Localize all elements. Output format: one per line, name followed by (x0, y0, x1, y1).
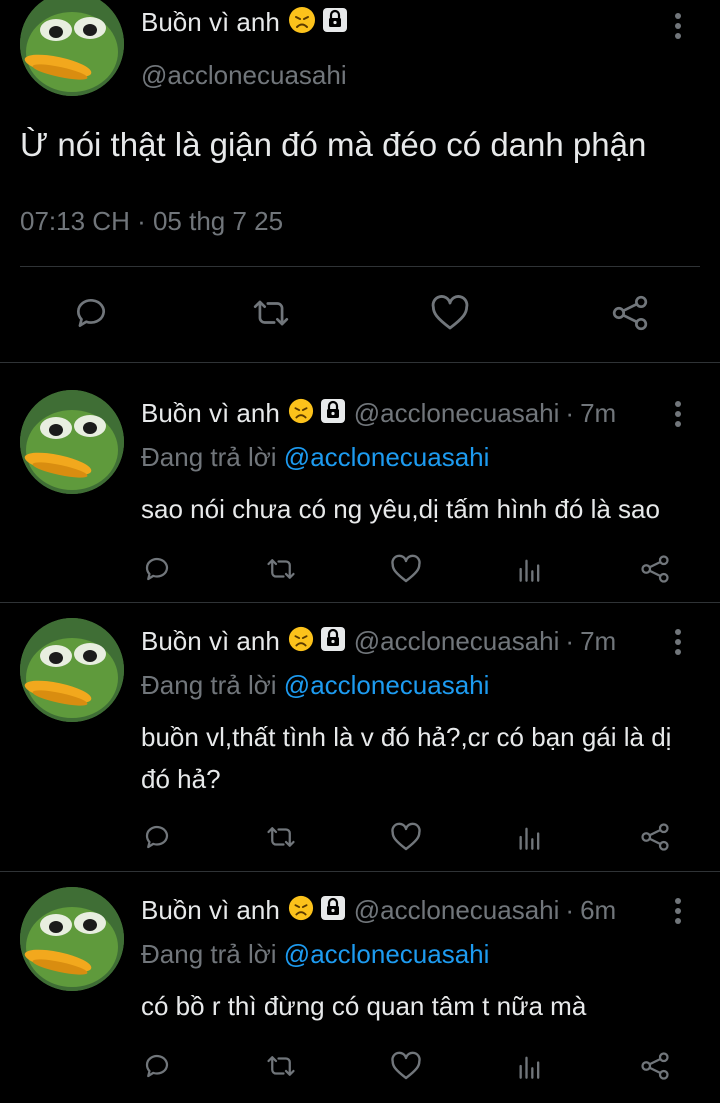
mention-link[interactable]: @acclonecuasahi (284, 442, 490, 472)
author-line: Buồn vì anh @acclonecuasahi · 6m (141, 895, 616, 926)
reply-tweet[interactable]: Buồn vì anh @acclonecuasahi · 6m Đang tr… (0, 871, 720, 1103)
reply-action-bar (0, 1051, 720, 1085)
handle[interactable]: @acclonecuasahi (141, 60, 347, 91)
reply-tweet[interactable]: Buồn vì anh @acclonecuasahi · 7m Đang tr… (0, 602, 720, 870)
retweet-icon[interactable] (264, 554, 298, 589)
replying-prefix: Đang trả lời (141, 442, 277, 472)
retweet-icon[interactable] (250, 294, 292, 337)
more-vertical-icon[interactable] (668, 400, 688, 433)
post-action-bar (0, 294, 720, 334)
replying-to: Đang trả lời @acclonecuasahi (141, 442, 489, 473)
share-icon[interactable] (640, 554, 670, 589)
avatar[interactable] (20, 887, 124, 991)
views-icon[interactable] (516, 1051, 544, 1086)
handle[interactable]: @acclonecuasahi (354, 895, 560, 926)
reply-action-bar (0, 822, 720, 856)
heart-icon[interactable] (430, 294, 470, 337)
replying-to: Đang trả lời @acclonecuasahi (141, 939, 489, 970)
avatar[interactable] (20, 618, 124, 722)
author-line: Buồn vì anh @acclonecuasahi · 7m (141, 398, 616, 429)
replying-prefix: Đang trả lời (141, 939, 277, 969)
reply-text: sao nói chưa có ng yêu,dị tấm hình đó là… (141, 494, 660, 524)
retweet-icon[interactable] (264, 822, 298, 857)
sad-face-emoji-icon (288, 6, 316, 39)
lock-icon (320, 626, 346, 657)
mention-link[interactable]: @acclonecuasahi (284, 939, 490, 969)
display-name[interactable]: Buồn vì anh (141, 7, 280, 38)
heart-icon[interactable] (390, 822, 422, 857)
reply-time[interactable]: 7m (580, 626, 616, 657)
retweet-icon[interactable] (264, 1051, 298, 1086)
sad-face-emoji-icon (288, 626, 314, 657)
reply-icon[interactable] (142, 554, 172, 589)
replying-prefix: Đang trả lời (141, 670, 277, 700)
more-vertical-icon[interactable] (668, 628, 688, 661)
views-icon[interactable] (516, 554, 544, 589)
heart-icon[interactable] (390, 554, 422, 589)
reply-time[interactable]: 6m (580, 895, 616, 926)
separator: · (565, 626, 575, 656)
reply-tweet[interactable]: Buồn vì anh @acclonecuasahi · 7m Đang tr… (0, 362, 720, 602)
heart-icon[interactable] (390, 1051, 422, 1086)
sad-face-emoji-icon (288, 398, 314, 429)
reply-icon[interactable] (142, 1051, 172, 1086)
post-text: Ừ nói thật là giận đó mà đéo có danh phậ… (20, 126, 647, 163)
lock-icon (320, 895, 346, 926)
more-vertical-icon[interactable] (668, 897, 688, 930)
handle[interactable]: @acclonecuasahi (354, 398, 560, 429)
more-vertical-icon[interactable] (668, 12, 688, 45)
display-name[interactable]: Buồn vì anh (141, 895, 280, 926)
author-line: Buồn vì anh @acclonecuasahi · 7m (141, 626, 616, 657)
reply-text: buồn vl,thất tình là v đó hả?,cr có bạn … (141, 722, 672, 794)
separator: · (565, 895, 575, 925)
reply-icon[interactable] (72, 294, 110, 337)
share-icon[interactable] (640, 822, 670, 857)
lock-icon (320, 398, 346, 429)
reply-action-bar (0, 554, 720, 588)
views-icon[interactable] (516, 822, 544, 857)
display-name[interactable]: Buồn vì anh (141, 626, 280, 657)
reply-icon[interactable] (142, 822, 172, 857)
avatar[interactable] (20, 0, 124, 96)
divider (20, 266, 700, 267)
reply-text: có bồ r thì đừng có quan tâm t nữa mà (141, 991, 587, 1021)
handle[interactable]: @acclonecuasahi (354, 626, 560, 657)
share-icon[interactable] (640, 1051, 670, 1086)
share-icon[interactable] (610, 294, 650, 337)
post-timestamp[interactable]: 07:13 CH · 05 thg 7 25 (20, 206, 283, 237)
reply-time[interactable]: 7m (580, 398, 616, 429)
separator: · (565, 398, 575, 428)
lock-icon (322, 7, 348, 38)
sad-face-emoji-icon (288, 895, 314, 926)
author-line: Buồn vì anh (141, 6, 348, 39)
display-name[interactable]: Buồn vì anh (141, 398, 280, 429)
replying-to: Đang trả lời @acclonecuasahi (141, 670, 489, 701)
mention-link[interactable]: @acclonecuasahi (284, 670, 490, 700)
avatar[interactable] (20, 390, 124, 494)
